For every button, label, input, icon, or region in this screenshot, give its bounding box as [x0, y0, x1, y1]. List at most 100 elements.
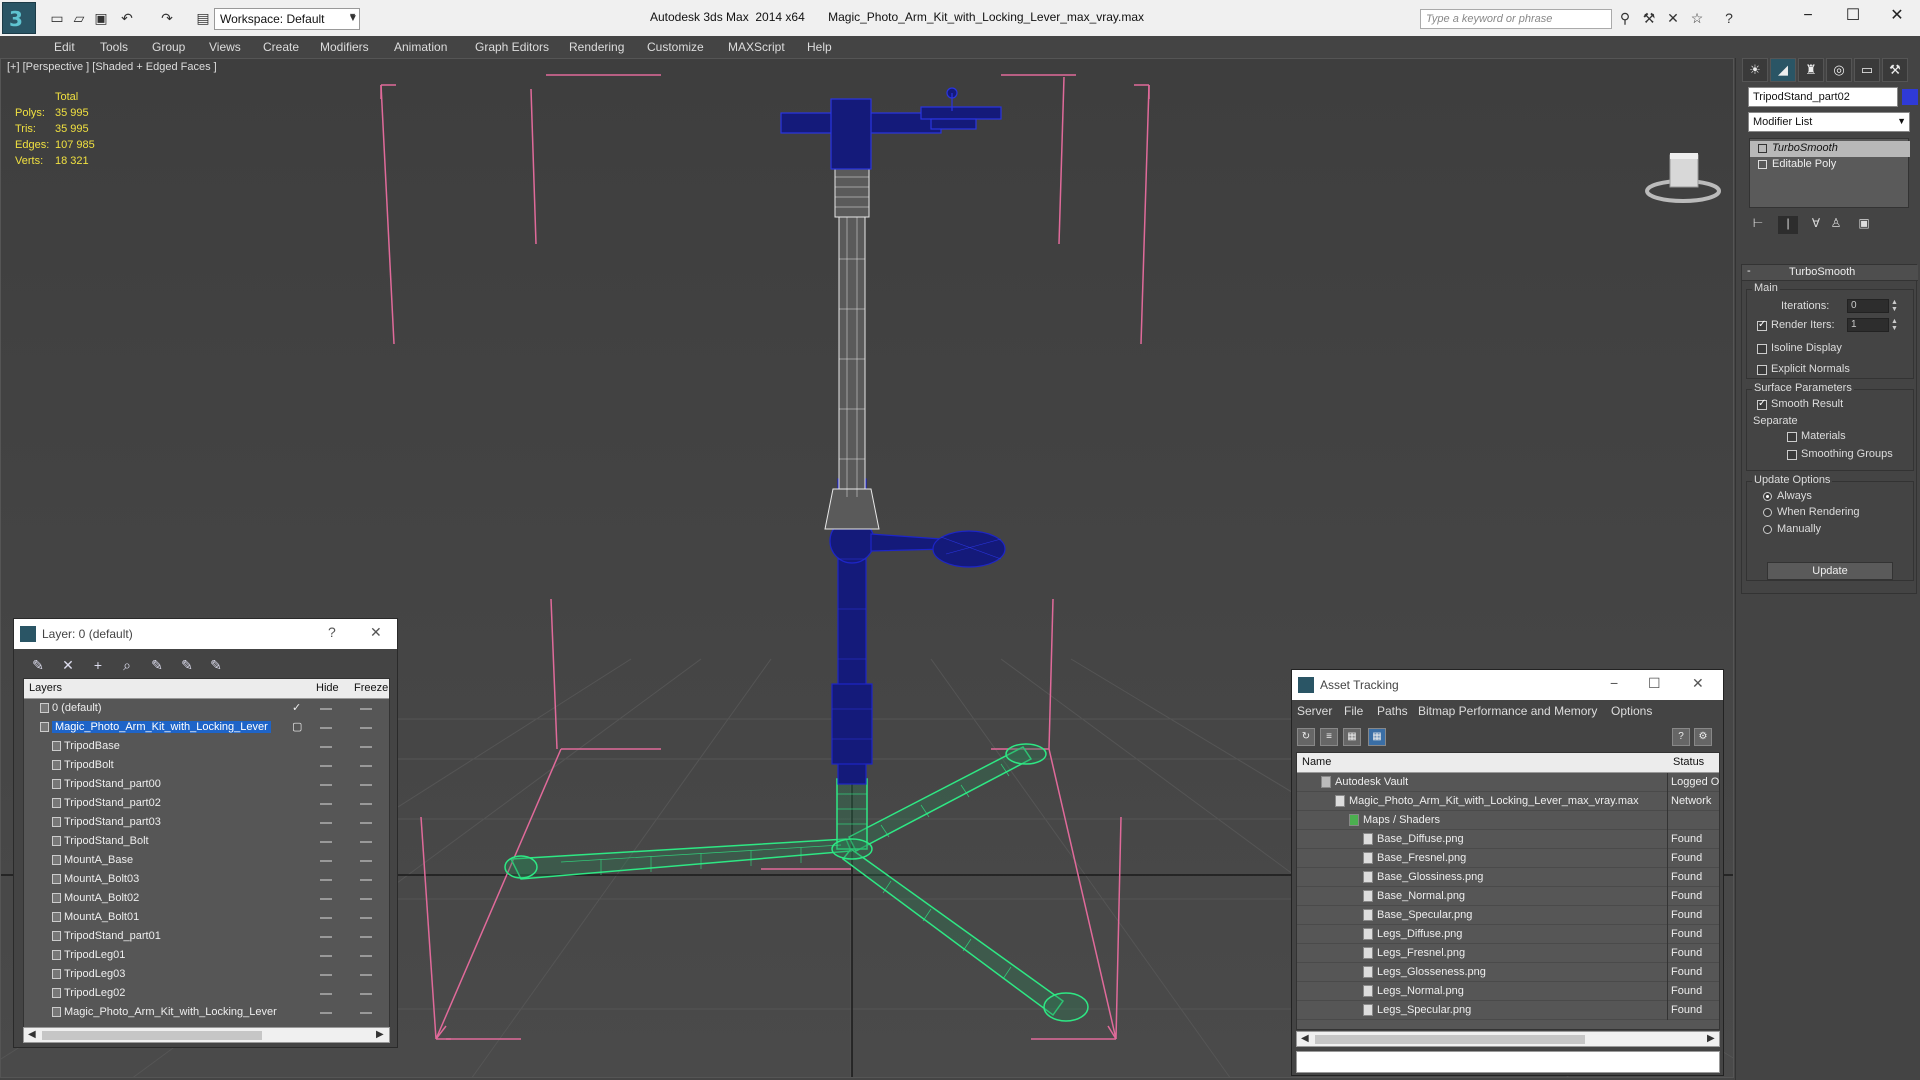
freeze-toggle[interactable] [360, 860, 372, 862]
menu-create[interactable]: Create [263, 40, 299, 54]
menu-group[interactable]: Group [152, 40, 185, 54]
quick-access-more-icon[interactable]: ▼ [346, 8, 360, 30]
save-file-icon[interactable]: ▣ [92, 9, 110, 27]
asset-row[interactable]: Magic_Photo_Arm_Kit_with_Locking_Lever_m… [1297, 792, 1719, 811]
spinner-arrows-icon[interactable]: ▲ ▼ [1891, 299, 1899, 313]
project-folder-icon[interactable]: ▤ [194, 9, 212, 27]
horizontal-scrollbar[interactable]: ◀ ▶ [23, 1027, 390, 1043]
menu-help[interactable]: Help [807, 40, 832, 54]
stack-item-editable-poly[interactable]: Editable Poly [1750, 157, 1910, 173]
utilities-tab-icon[interactable]: ⚒ [1882, 58, 1908, 82]
display-tab-icon[interactable]: ▭ [1854, 58, 1880, 82]
asset-row[interactable]: Legs_Specular.png Found [1297, 1001, 1719, 1020]
hide-toggle[interactable] [320, 727, 332, 729]
column-name[interactable]: Name [1302, 756, 1331, 768]
modify-tab-icon[interactable]: ◢ [1770, 58, 1796, 82]
hide-toggle[interactable] [320, 917, 332, 919]
menu-server[interactable]: Server [1297, 704, 1332, 718]
explicit-normals-checkbox[interactable] [1757, 365, 1767, 375]
menu-customize[interactable]: Customize [647, 40, 704, 54]
collapse-icon[interactable]: - [1747, 265, 1751, 277]
menu-options[interactable]: Options [1611, 704, 1652, 718]
freeze-toggle[interactable] [360, 822, 372, 824]
freeze-toggle[interactable] [360, 898, 372, 900]
spinner-arrows-icon[interactable]: ▲ ▼ [1891, 318, 1899, 332]
redo-icon[interactable]: ↷ [158, 9, 176, 27]
menu-animation[interactable]: Animation [394, 40, 447, 54]
close-icon[interactable]: ✕ [1874, 3, 1920, 29]
freeze-toggle[interactable] [360, 879, 372, 881]
active-layer-check-icon[interactable]: ✓ [292, 701, 301, 714]
menu-rendering[interactable]: Rendering [569, 40, 624, 54]
delete-layer-icon[interactable]: ✕ [58, 655, 78, 675]
asset-row[interactable]: Legs_Diffuse.png Found [1297, 925, 1719, 944]
binoculars-icon[interactable]: ⚲ [1616, 10, 1634, 27]
close-icon[interactable]: ✕ [370, 624, 382, 641]
layer-row[interactable]: TripodStand_part02 [24, 794, 389, 813]
layer-row[interactable]: TripodBolt [24, 756, 389, 775]
asset-row[interactable]: Legs_Glosseness.png Found [1297, 963, 1719, 982]
freeze-toggle[interactable] [360, 917, 372, 919]
freeze-toggle[interactable] [360, 765, 372, 767]
favorites-icon[interactable]: ☆ [1688, 10, 1706, 27]
materials-checkbox[interactable] [1787, 432, 1797, 442]
vault-settings-icon[interactable]: ⚙ [1694, 728, 1712, 746]
asset-row[interactable]: Base_Fresnel.png Found [1297, 849, 1719, 868]
column-hide[interactable]: Hide [316, 682, 339, 694]
column-freeze[interactable]: Freeze [354, 682, 388, 694]
list-view-icon[interactable]: ≡ [1320, 728, 1338, 746]
hide-toggle[interactable] [320, 879, 332, 881]
create-layer-icon[interactable]: ✎ [28, 655, 48, 675]
isoline-display-checkbox[interactable] [1757, 344, 1767, 354]
help-icon[interactable]: ? [1720, 10, 1738, 26]
menu-views[interactable]: Views [209, 40, 241, 54]
asset-row[interactable]: Maps / Shaders [1297, 811, 1719, 830]
layer-row[interactable]: TripodLeg01 [24, 946, 389, 965]
scroll-right-icon[interactable]: ▶ [376, 1029, 384, 1040]
configure-sets-icon[interactable]: ▣ [1854, 216, 1874, 234]
freeze-toggle[interactable] [360, 974, 372, 976]
scroll-right-icon[interactable]: ▶ [1707, 1033, 1715, 1044]
vault-help-icon[interactable]: ? [1672, 728, 1690, 746]
lightbulb-icon[interactable] [1758, 144, 1767, 153]
make-unique-icon[interactable]: ∀ [1806, 216, 1826, 234]
asset-row[interactable]: Base_Diffuse.png Found [1297, 830, 1719, 849]
freeze-toggle[interactable] [360, 993, 372, 995]
add-to-layer-icon[interactable]: + [88, 655, 108, 675]
asset-row[interactable]: Base_Glossiness.png Found [1297, 868, 1719, 887]
layer-row[interactable]: TripodStand_part01 [24, 927, 389, 946]
render-iters-spinner[interactable]: 1 [1847, 318, 1889, 332]
remove-modifier-icon[interactable]: ♙ [1826, 216, 1846, 234]
smoothing-groups-checkbox[interactable] [1787, 450, 1797, 460]
table-view-icon[interactable]: ▦ [1368, 728, 1386, 746]
hide-toggle[interactable] [320, 803, 332, 805]
communication-icon[interactable]: ✕ [1664, 10, 1682, 27]
freeze-toggle[interactable] [360, 727, 372, 729]
layer-row[interactable]: MountA_Bolt03 [24, 870, 389, 889]
thumbnail-view-icon[interactable]: ▦ [1343, 728, 1361, 746]
subscription-icon[interactable]: ⚒ [1640, 10, 1658, 27]
asset-row[interactable]: Legs_Normal.png Found [1297, 982, 1719, 1001]
motion-tab-icon[interactable]: ◎ [1826, 58, 1852, 82]
hide-toggle[interactable] [320, 746, 332, 748]
minimize-icon[interactable]: − [1610, 675, 1618, 691]
layer-row[interactable]: MountA_Bolt02 [24, 889, 389, 908]
menu-maxscript[interactable]: MAXScript [728, 40, 785, 54]
asset-row[interactable]: Base_Specular.png Found [1297, 906, 1719, 925]
hierarchy-tab-icon[interactable]: ♜ [1798, 58, 1824, 82]
iterations-spinner[interactable]: 0 [1847, 299, 1889, 313]
app-logo-icon[interactable]: 3 [2, 2, 36, 34]
freeze-toggle[interactable] [360, 708, 372, 710]
freeze-toggle[interactable] [360, 803, 372, 805]
asset-row[interactable]: Base_Normal.png Found [1297, 887, 1719, 906]
refresh-icon[interactable]: ↻ [1297, 728, 1315, 746]
freeze-toggle[interactable] [360, 955, 372, 957]
scroll-left-icon[interactable]: ◀ [1301, 1033, 1309, 1044]
asset-row[interactable]: Autodesk Vault Logged O [1297, 773, 1719, 792]
close-icon[interactable]: ✕ [1692, 675, 1704, 692]
layer-row[interactable]: TripodStand_Bolt [24, 832, 389, 851]
freeze-all-icon[interactable]: ✎ [206, 655, 226, 675]
layer-row[interactable]: Magic_Photo_Arm_Kit_with_Locking_Lever [24, 1003, 389, 1022]
freeze-toggle[interactable] [360, 784, 372, 786]
hide-toggle[interactable] [320, 822, 332, 824]
